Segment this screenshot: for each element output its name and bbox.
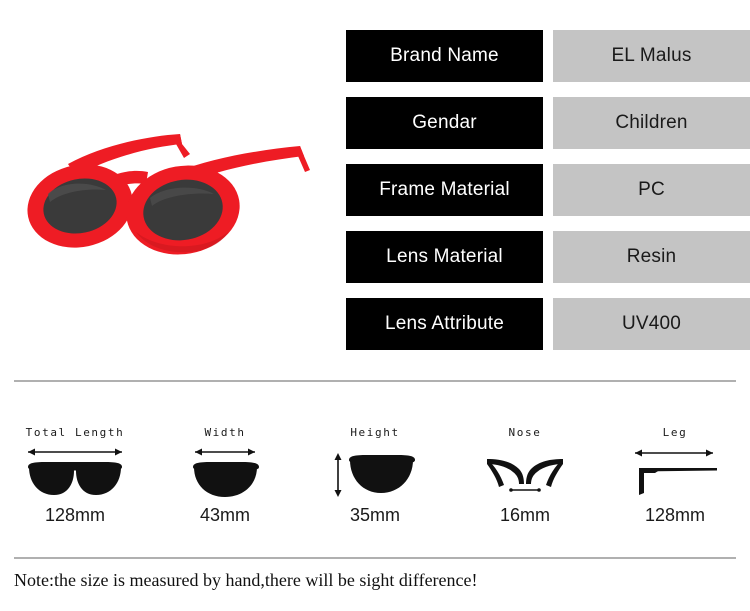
measurement-value: 43mm	[199, 505, 250, 525]
measurement-title: Leg	[662, 426, 688, 439]
table-row: Frame Material PC	[346, 164, 750, 216]
measurement-height: Height 35mm	[300, 425, 450, 540]
spec-value-brand-name: EL Malus	[553, 30, 750, 82]
single-lens-width-diagram-icon	[185, 441, 265, 503]
measurement-nose: Nose 16mm	[450, 425, 600, 540]
measurement-width: Width 43mm	[150, 425, 300, 540]
specification-table: Brand Name EL Malus Gendar Children Fram…	[346, 30, 750, 350]
measurement-value: 128mm	[644, 505, 706, 525]
single-lens-height-diagram-icon	[329, 441, 421, 503]
table-row: Gendar Children	[346, 97, 750, 149]
measurement-title: Total Length	[25, 426, 125, 439]
size-disclaimer-note: Note:the size is measured by hand,there …	[14, 570, 478, 590]
product-image	[8, 120, 328, 290]
measurement-title: Width	[204, 426, 246, 439]
spec-label-frame-material: Frame Material	[346, 164, 543, 216]
spec-label-brand-name: Brand Name	[346, 30, 543, 82]
spec-value-lens-attribute: UV400	[553, 298, 750, 350]
table-row: Lens Material Resin	[346, 231, 750, 283]
measurement-title: Height	[350, 426, 400, 439]
spec-label-lens-material: Lens Material	[346, 231, 543, 283]
measurements-section: Total Length 128mm Width 43mm Height 35m…	[0, 425, 750, 540]
measurement-value: 35mm	[349, 505, 400, 525]
table-row: Lens Attribute UV400	[346, 298, 750, 350]
spec-value-gendar: Children	[553, 97, 750, 149]
measurement-value: 16mm	[499, 505, 550, 525]
table-row: Brand Name EL Malus	[346, 30, 750, 82]
sunglasses-illustration	[27, 134, 310, 255]
product-overview-section: Brand Name EL Malus Gendar Children Fram…	[0, 0, 750, 368]
spec-label-gendar: Gendar	[346, 97, 543, 149]
measurement-total-length: Total Length 128mm	[0, 425, 150, 540]
measurement-title: Nose	[508, 426, 542, 439]
spec-label-lens-attribute: Lens Attribute	[346, 298, 543, 350]
section-divider-top	[14, 380, 736, 382]
temple-arm-diagram-icon	[625, 441, 725, 503]
nose-bridge-diagram-icon	[479, 441, 571, 503]
measurement-value: 128mm	[44, 505, 106, 525]
measurement-leg: Leg 128mm	[600, 425, 750, 540]
section-divider-bottom	[14, 557, 736, 559]
full-glasses-diagram-icon	[16, 441, 134, 503]
spec-value-lens-material: Resin	[553, 231, 750, 283]
spec-value-frame-material: PC	[553, 164, 750, 216]
